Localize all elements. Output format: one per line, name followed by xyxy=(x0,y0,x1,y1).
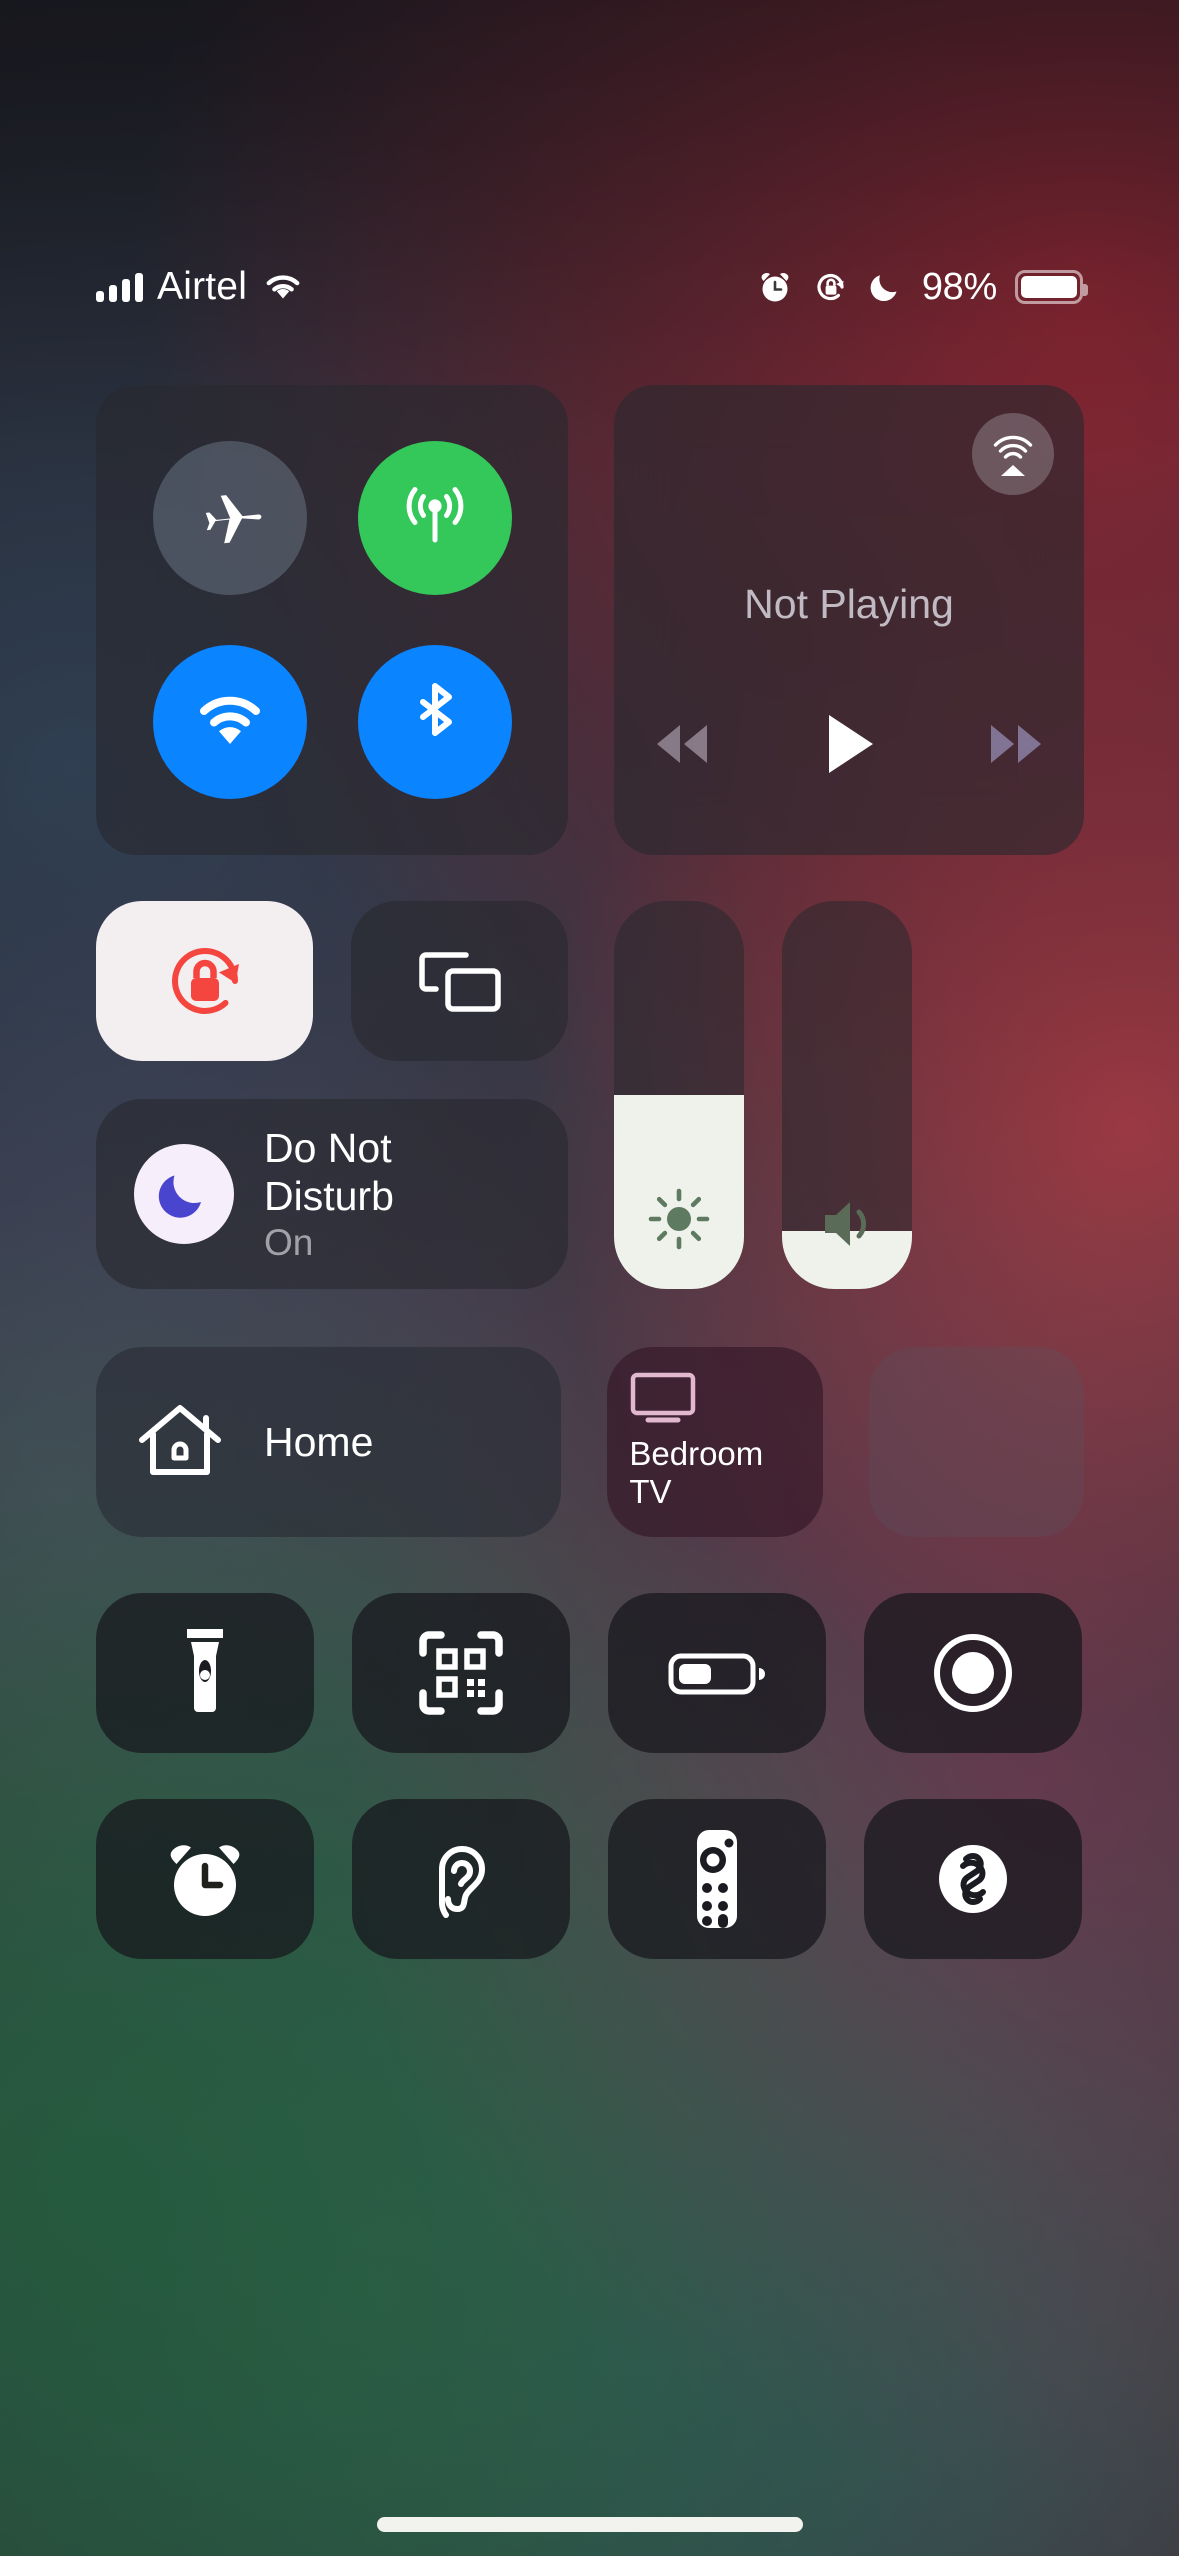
now-playing-title: Not Playing xyxy=(744,581,954,627)
cellular-data-toggle[interactable] xyxy=(357,441,512,595)
sliders-group xyxy=(614,901,912,1289)
control-center-screen: Airtel 98% Not Playing Do Not Disturb On… xyxy=(0,0,1179,2556)
tv-icon xyxy=(629,1371,800,1425)
wifi-icon xyxy=(261,271,305,303)
qr-code-icon xyxy=(415,1627,507,1719)
home-row: Home Bedroom TV xyxy=(96,1347,1085,1537)
home-indicator[interactable] xyxy=(376,2517,803,2532)
wifi-toggle[interactable] xyxy=(152,645,307,799)
record-icon xyxy=(927,1627,1019,1719)
airplane-mode-toggle[interactable] xyxy=(152,441,307,595)
airplane-icon xyxy=(190,478,270,558)
device-tile-empty[interactable] xyxy=(868,1347,1085,1537)
shazam-button[interactable] xyxy=(864,1799,1082,1959)
media-player-module[interactable]: Not Playing xyxy=(614,385,1084,855)
screen-mirroring-toggle[interactable] xyxy=(351,901,568,1061)
volume-slider[interactable] xyxy=(782,901,912,1289)
do-not-disturb-tile[interactable]: Do Not Disturb On xyxy=(96,1099,568,1289)
play-button[interactable] xyxy=(821,711,877,777)
alarm-clock-icon xyxy=(159,1833,251,1925)
wifi-icon xyxy=(188,690,272,754)
rotation-lock-icon xyxy=(158,934,252,1028)
cellular-signal-icon xyxy=(96,272,143,302)
carrier-name: Airtel xyxy=(157,265,248,308)
rewind-button[interactable] xyxy=(647,717,717,771)
screen-mirroring-icon xyxy=(414,941,506,1021)
airplay-button[interactable] xyxy=(972,413,1054,495)
speaker-icon xyxy=(782,1193,912,1255)
apple-tv-remote-button[interactable] xyxy=(608,1799,826,1959)
dnd-icon-circle xyxy=(134,1144,234,1244)
alarm-clock-icon xyxy=(756,268,794,306)
brightness-slider[interactable] xyxy=(614,901,744,1289)
rotation-lock-toggle[interactable] xyxy=(96,901,313,1061)
control-center-grid: Not Playing Do Not Disturb On Home Bedro… xyxy=(96,385,1085,1959)
hearing-button[interactable] xyxy=(352,1799,570,1959)
flashlight-button[interactable] xyxy=(96,1593,314,1753)
dnd-title: Do Not Disturb xyxy=(264,1125,394,1219)
low-power-mode-button[interactable] xyxy=(608,1593,826,1753)
fast-forward-button[interactable] xyxy=(981,717,1051,771)
battery-icon xyxy=(667,1646,767,1700)
alarm-button[interactable] xyxy=(96,1799,314,1959)
house-icon xyxy=(136,1398,230,1486)
middle-row: Do Not Disturb On xyxy=(96,901,1084,1289)
bluetooth-icon xyxy=(403,678,467,766)
code-scanner-button[interactable] xyxy=(352,1593,570,1753)
connectivity-module[interactable] xyxy=(96,385,568,855)
screen-recording-button[interactable] xyxy=(864,1593,1082,1753)
toggles-column: Do Not Disturb On xyxy=(96,901,568,1289)
airplay-audio-icon xyxy=(986,427,1040,481)
toggles-row xyxy=(96,901,568,1061)
dnd-status: On xyxy=(264,1222,314,1263)
status-bar-right: 98% xyxy=(756,265,1088,309)
home-tile[interactable]: Home xyxy=(96,1347,562,1537)
moon-icon xyxy=(155,1165,213,1223)
remote-icon xyxy=(689,1826,745,1932)
media-controls xyxy=(614,711,1084,777)
home-tile-label: Home xyxy=(264,1418,374,1465)
shazam-icon xyxy=(927,1833,1019,1925)
flashlight-icon xyxy=(179,1623,231,1723)
device-tile-label: Bedroom TV xyxy=(629,1435,764,1510)
battery-icon xyxy=(1015,270,1088,304)
top-row: Not Playing xyxy=(96,385,1084,855)
bluetooth-toggle[interactable] xyxy=(357,645,512,799)
battery-percentage: 98% xyxy=(921,265,997,308)
brightness-icon xyxy=(614,1183,744,1255)
device-tile-bedroom-tv[interactable]: Bedroom TV xyxy=(607,1347,823,1537)
dnd-text: Do Not Disturb On xyxy=(264,1124,464,1264)
cellular-antenna-icon xyxy=(393,476,477,560)
status-bar: Airtel 98% xyxy=(0,258,1179,316)
status-bar-left: Airtel xyxy=(96,265,305,309)
rotation-lock-icon xyxy=(812,268,850,306)
quick-toggles-grid xyxy=(96,1593,1084,1959)
moon-icon xyxy=(868,269,904,305)
ear-icon xyxy=(422,1829,500,1929)
